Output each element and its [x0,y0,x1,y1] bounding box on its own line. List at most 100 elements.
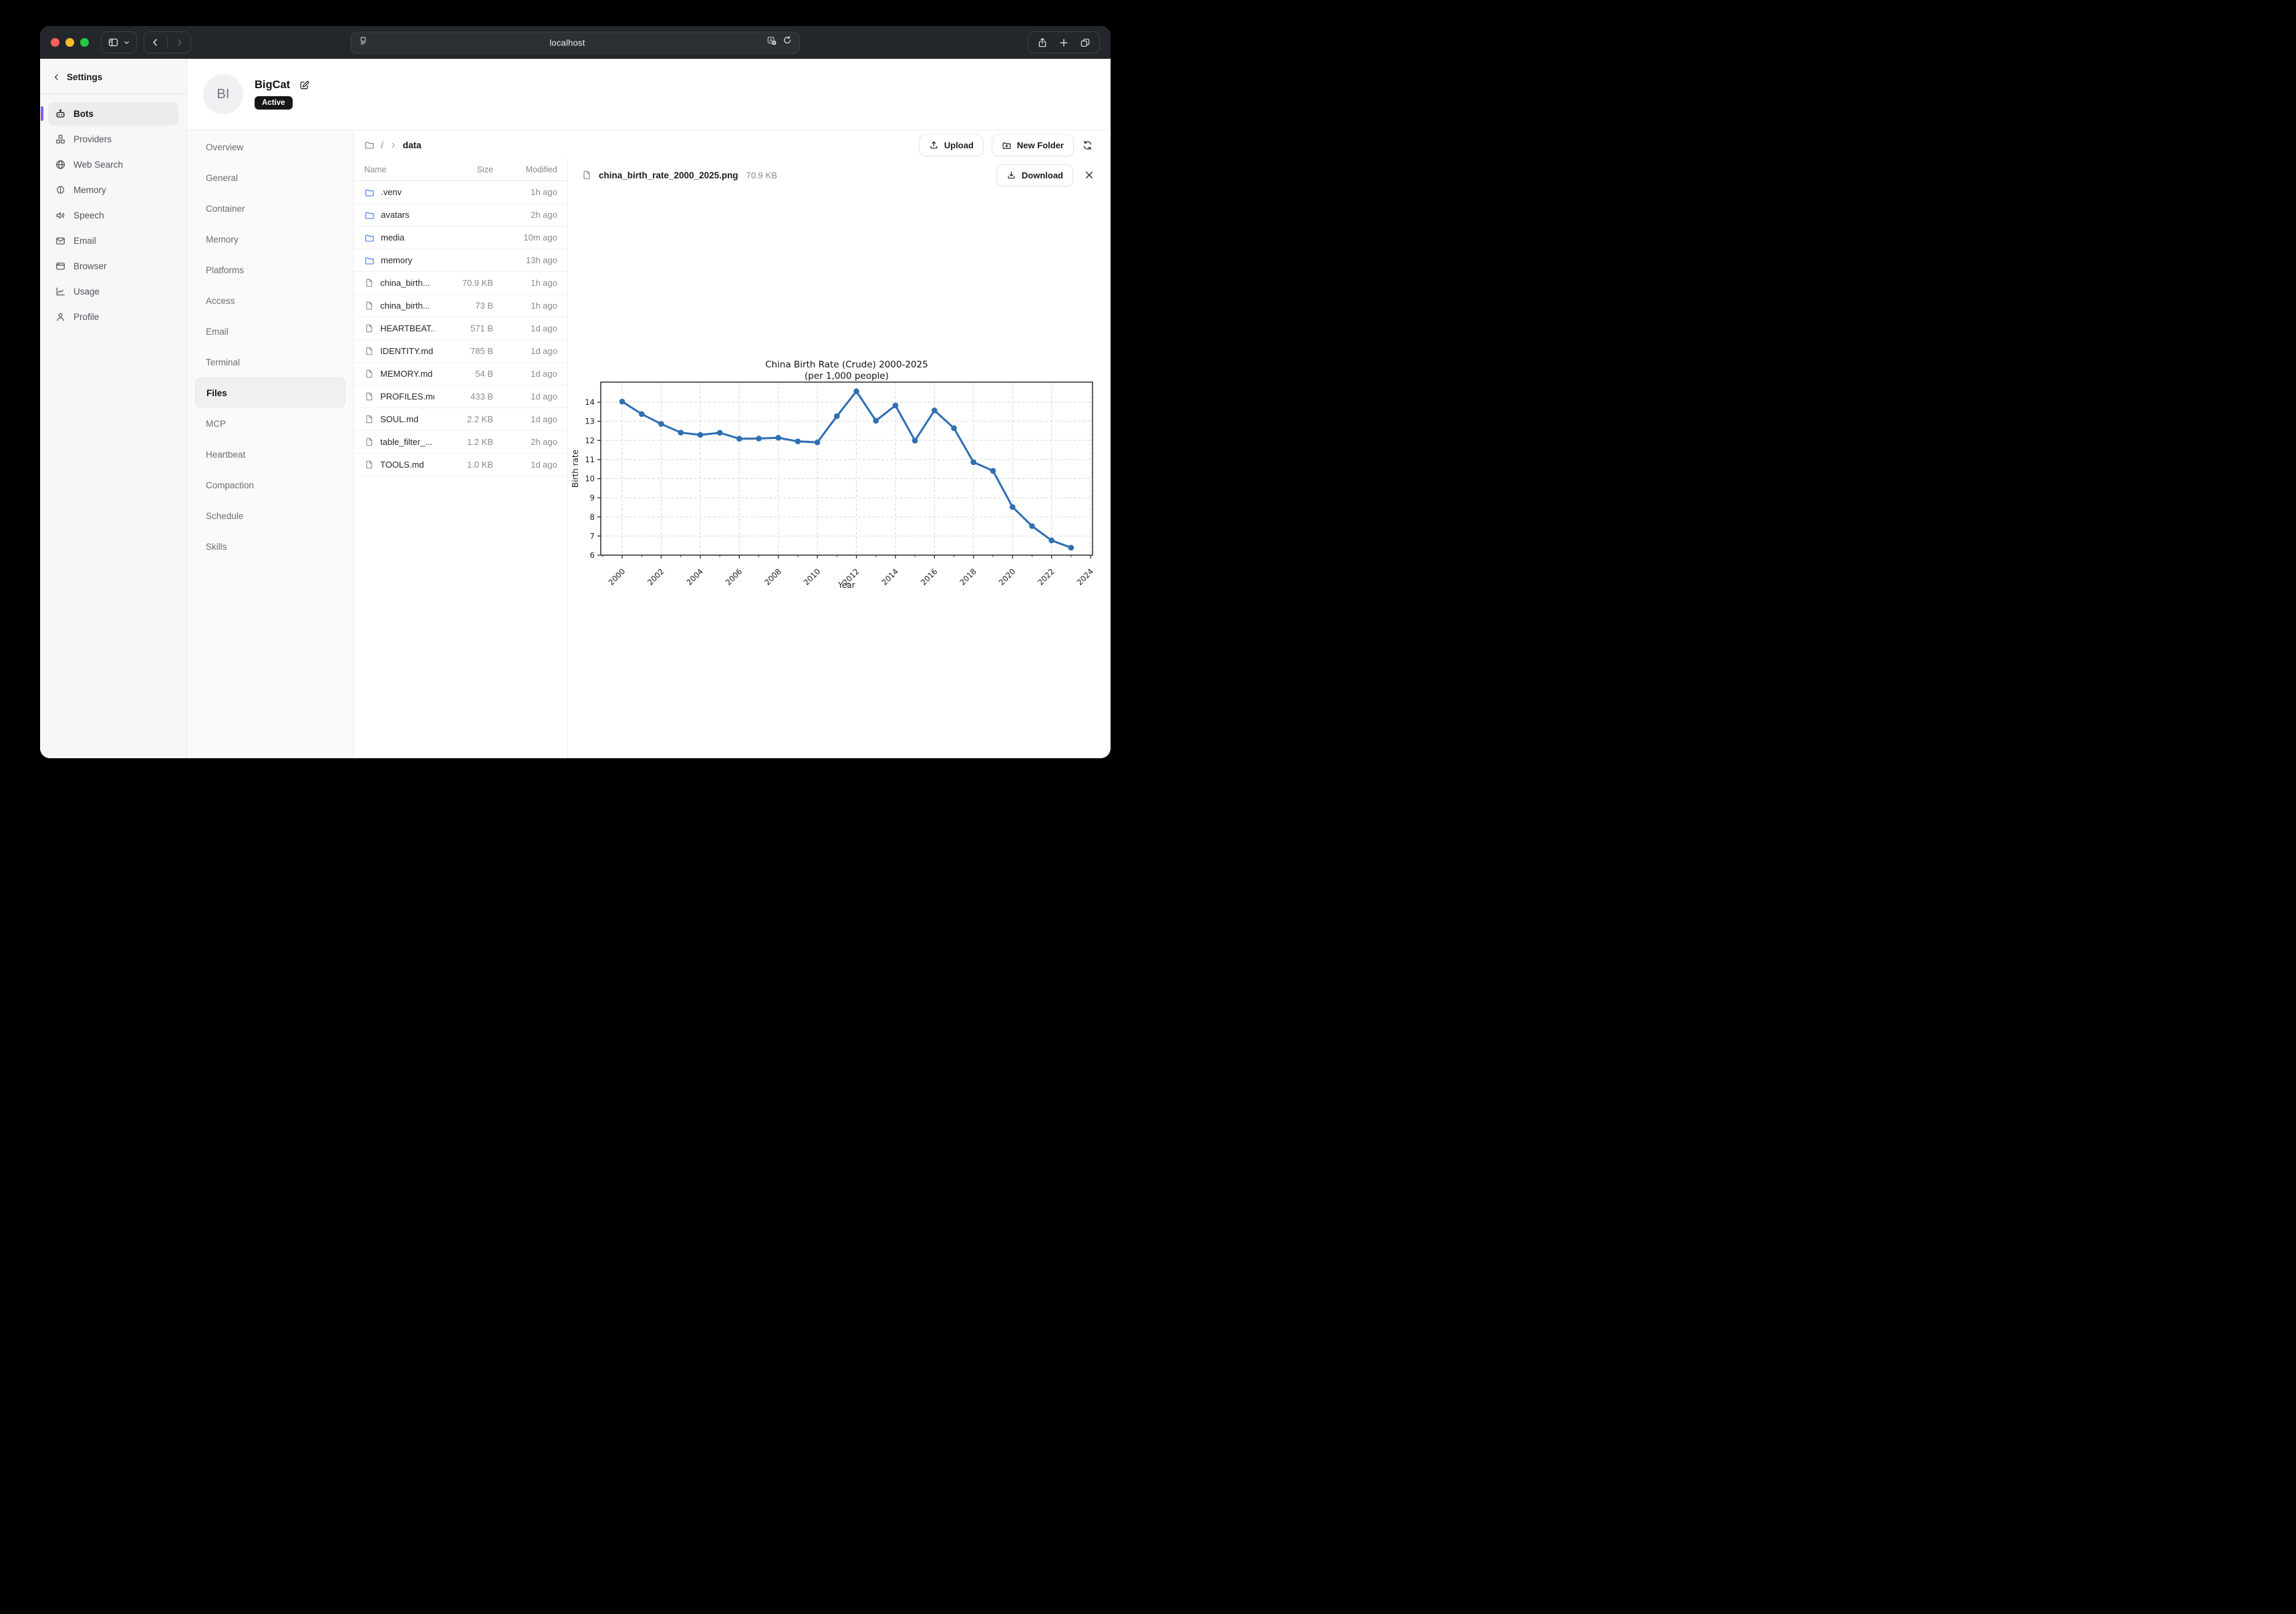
file-size: 73 B [434,301,493,311]
close-window-button[interactable] [51,38,59,47]
bot-name: BigCat [255,79,290,92]
sidebar-item-bots[interactable]: Bots [48,102,178,126]
svg-text:Birth rate: Birth rate [571,450,580,488]
sidebar-item-profile[interactable]: Profile [48,305,178,329]
avatar: BI [203,74,243,114]
tab-general[interactable]: General [195,162,345,193]
table-row[interactable]: media 10m ago [354,226,567,249]
address-bar[interactable]: localhost A [351,31,800,53]
tab-files[interactable]: Files [195,377,345,408]
tab-platforms[interactable]: Platforms [195,255,345,285]
table-row[interactable]: MEMORY.md 54 B 1d ago [354,363,567,385]
back-chevron-icon[interactable] [52,73,61,82]
translate-icon[interactable]: A [766,35,777,49]
robot-icon [55,108,66,120]
tab-memory[interactable]: Memory [195,224,345,255]
page-settings-icon[interactable] [358,36,368,49]
table-row[interactable]: SOUL.md 2.2 KB 1d ago [354,408,567,431]
table-row[interactable]: china_birth... 70.9 KB 1h ago [354,272,567,295]
column-modified[interactable]: Modified [493,165,557,174]
column-size[interactable]: Size [434,165,493,174]
file-modified: 2h ago [493,210,557,220]
tab-skills[interactable]: Skills [195,531,345,562]
sidebar-item-label: Bots [74,109,94,119]
new-folder-button[interactable]: New Folder [992,134,1074,156]
sidebar-item-browser[interactable]: Browser [48,255,178,278]
file-icon [364,323,374,333]
file-modified: 1h ago [493,278,557,288]
sidebar-toggle-button[interactable] [101,31,137,53]
file-modified: 1h ago [493,187,557,197]
file-modified: 1h ago [493,301,557,311]
share-icon[interactable] [1037,37,1048,48]
sidebar-item-web-search[interactable]: Web Search [48,153,178,176]
table-row[interactable]: table_filter_... 1.2 KB 2h ago [354,431,567,454]
divider [167,37,168,49]
sidebar-item-memory[interactable]: Memory [48,178,178,202]
file-icon [364,369,374,379]
tabs-overview-icon[interactable] [1080,37,1091,48]
refresh-icon[interactable] [1082,140,1093,151]
upload-button[interactable]: Upload [919,134,984,156]
tab-mcp[interactable]: MCP [195,408,345,439]
zoom-window-button[interactable] [80,38,89,47]
tab-access[interactable]: Access [195,285,345,316]
sidebar-item-email[interactable]: Email [48,229,178,253]
envelope-icon [55,235,66,247]
tab-overview[interactable]: Overview [195,132,345,162]
svg-text:Year: Year [837,581,855,590]
new-tab-icon[interactable] [1058,37,1069,48]
file-name: media [381,232,404,243]
table-row[interactable]: PROFILES.md 433 B 1d ago [354,385,567,408]
file-toolbar: / data Upload [354,130,1111,158]
sidebar-item-speech[interactable]: Speech [48,204,178,227]
breadcrumb: / data [364,140,422,150]
edit-icon[interactable] [299,79,310,91]
download-button[interactable]: Download [996,164,1073,186]
breadcrumb-root[interactable]: / [381,140,384,150]
sidebar-item-label: Speech [74,210,104,220]
sidebar-item-label: Browser [74,261,107,271]
file-icon [364,391,374,401]
svg-text:6: 6 [590,550,595,560]
table-row[interactable]: HEARTBEAT... 571 B 1d ago [354,317,567,340]
file-name: china_birth... [380,301,430,311]
back-button[interactable] [150,37,160,47]
upload-label: Upload [944,140,974,150]
table-row[interactable]: avatars 2h ago [354,204,567,226]
tab-email[interactable]: Email [195,316,345,347]
file-icon [364,437,374,447]
browser-toolbar: localhost A [40,26,1111,59]
minimize-window-button[interactable] [65,38,74,47]
table-row[interactable]: IDENTITY.md 785 B 1d ago [354,340,567,363]
table-body: .venv 1h ago avatars 2h ago media 10m [354,181,567,476]
folder-icon[interactable] [364,140,375,150]
reload-icon[interactable] [782,36,793,49]
sidebar-item-providers[interactable]: Providers [48,128,178,151]
file-size: 1.2 KB [434,437,493,447]
svg-text:13: 13 [585,417,595,426]
table-row[interactable]: .venv 1h ago [354,181,567,204]
folder-icon [364,255,375,266]
close-icon[interactable] [1084,170,1095,180]
url-text: localhost [368,37,766,47]
file-modified: 1d ago [493,414,557,424]
table-row[interactable]: china_birth... 73 B 1h ago [354,295,567,317]
tab-compaction[interactable]: Compaction [195,470,345,500]
tab-terminal[interactable]: Terminal [195,347,345,377]
tab-schedule[interactable]: Schedule [195,500,345,531]
browser-window-icon [55,261,66,272]
column-name[interactable]: Name [364,165,434,174]
sidebar-item-usage[interactable]: Usage [48,280,178,303]
table-row[interactable]: TOOLS.md 1.0 KB 1d ago [354,454,567,476]
person-icon [55,311,66,323]
tab-heartbeat[interactable]: Heartbeat [195,439,345,470]
file-modified: 10m ago [493,232,557,243]
forward-button[interactable] [174,37,184,47]
chevron-right-icon [390,142,397,149]
table-row[interactable]: memory 13h ago [354,249,567,272]
file-name: IDENTITY.md [380,346,433,356]
svg-text:11: 11 [585,455,595,464]
file-icon [364,278,374,288]
tab-container[interactable]: Container [195,193,345,224]
